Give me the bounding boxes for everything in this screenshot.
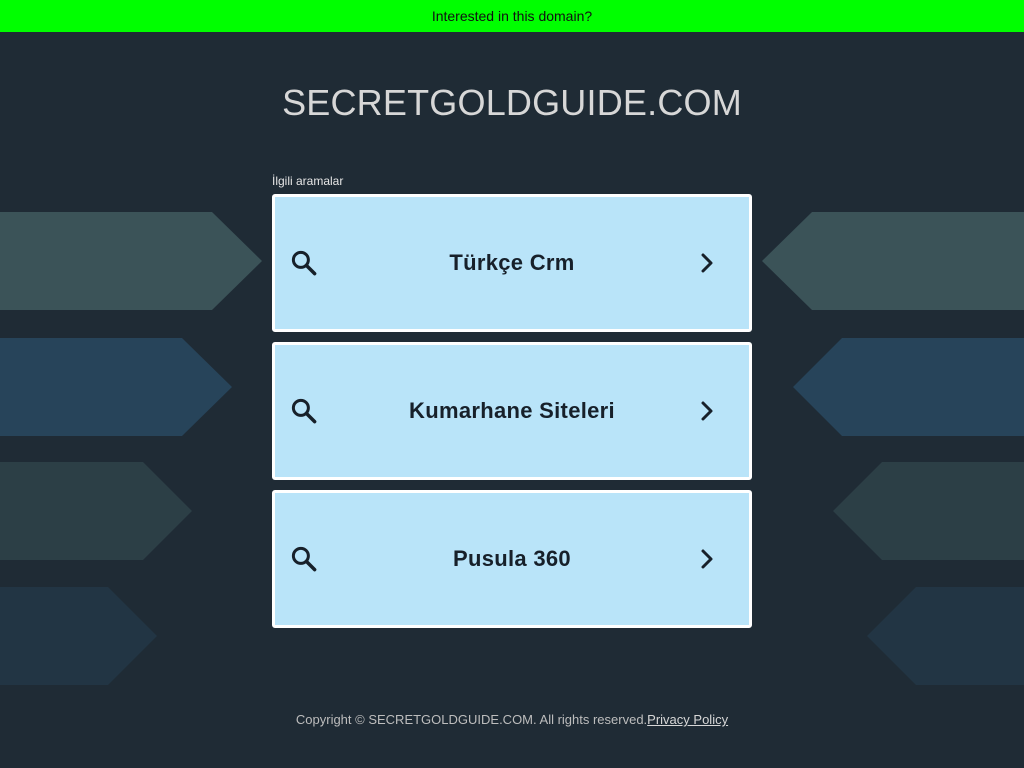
- site-title: SECRETGOLDGUIDE.COM: [282, 82, 742, 123]
- search-icon: [291, 398, 317, 424]
- page-footer: Copyright © SECRETGOLDGUIDE.COM. All rig…: [0, 712, 1024, 727]
- related-searches-list: Türkçe Crm Kumarhane Siteleri Pusula 360: [272, 194, 752, 638]
- copyright-text: Copyright © SECRETGOLDGUIDE.COM. All rig…: [295, 712, 648, 727]
- deco-arrow-left-4: [0, 587, 157, 685]
- chevron-right-icon: [701, 253, 713, 273]
- related-searches-label: İlgili aramalar: [272, 174, 344, 188]
- deco-arrow-right-3: [833, 462, 1024, 560]
- deco-arrow-right-1: [762, 212, 1024, 310]
- search-icon: [291, 250, 317, 276]
- deco-arrow-right-2: [793, 338, 1024, 436]
- deco-arrow-left-2: [0, 338, 232, 436]
- deco-arrow-left-1: [0, 212, 262, 310]
- privacy-policy-link[interactable]: Privacy Policy: [647, 712, 728, 727]
- related-search-label: Türkçe Crm: [449, 250, 575, 275]
- search-icon: [291, 546, 317, 572]
- related-search-card[interactable]: Kumarhane Siteleri: [272, 342, 752, 480]
- chevron-right-icon: [701, 401, 713, 421]
- chevron-right-icon: [701, 549, 713, 569]
- related-search-card[interactable]: Pusula 360: [272, 490, 752, 628]
- deco-arrow-right-4: [867, 587, 1024, 685]
- related-search-label: Pusula 360: [453, 546, 571, 571]
- related-search-card[interactable]: Türkçe Crm: [272, 194, 752, 332]
- deco-arrow-left-3: [0, 462, 192, 560]
- related-search-label: Kumarhane Siteleri: [409, 398, 615, 423]
